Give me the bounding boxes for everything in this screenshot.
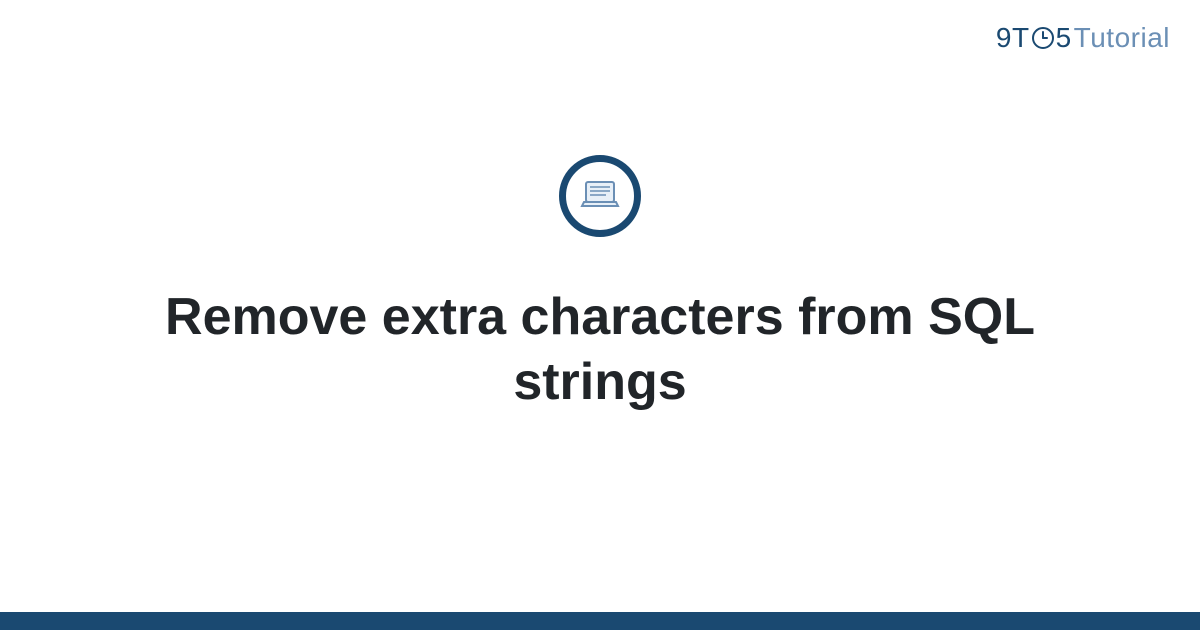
main-content: Remove extra characters from SQL strings bbox=[0, 0, 1200, 630]
laptop-icon bbox=[578, 172, 622, 221]
page-title: Remove extra characters from SQL strings bbox=[150, 285, 1050, 415]
footer-bar bbox=[0, 612, 1200, 630]
laptop-icon-circle bbox=[559, 155, 641, 237]
